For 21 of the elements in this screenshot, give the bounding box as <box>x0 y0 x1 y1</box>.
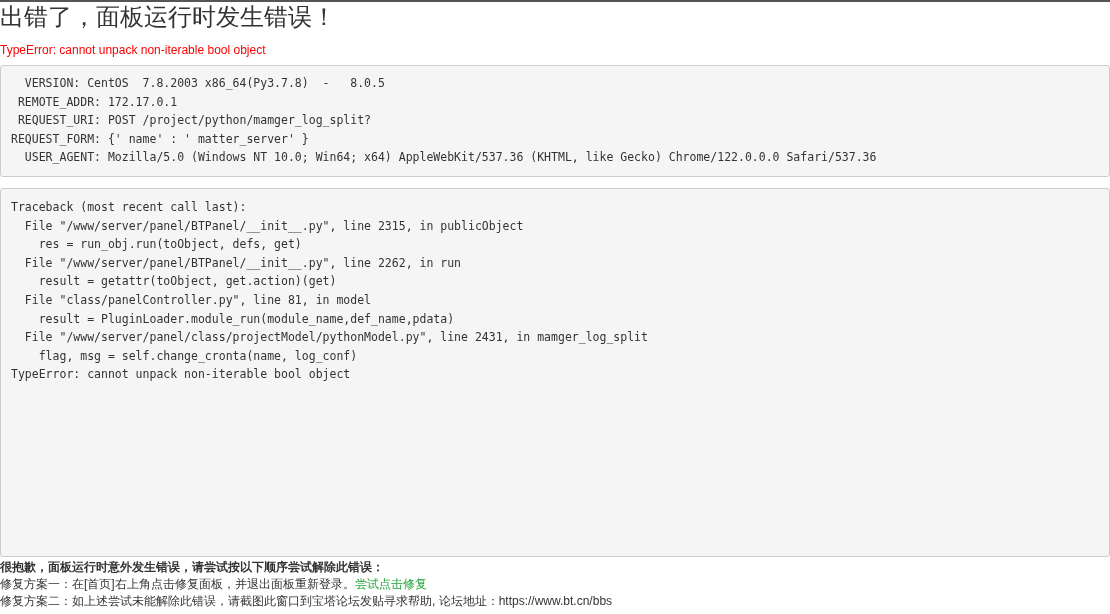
code-line: Traceback (most recent call last): <box>11 199 247 216</box>
repair-link[interactable]: 尝试点击修复 <box>354 576 427 593</box>
code-line: result = PluginLoader.module_run(module_name,def_name,pdata) <box>37 310 455 328</box>
code-line: File "/www/server/panel/BTPanel/__init__.py", line 2315, in publicObject <box>23 217 524 235</box>
page-title: 出错了，面板运行时发生错误！ <box>0 2 336 32</box>
error-message: TypeError: cannot unpack non-iterable bool object <box>0 42 266 58</box>
code-line: File "/www/server/panel/BTPanel/__init__.py", line 2262, in run <box>23 254 462 272</box>
fix-instruction: 修复方案一：在[首页]右上角点击修复面板，并退出面板重新登录。 <box>0 576 355 593</box>
code-line: File "class/panelController.py", line 81, in model <box>23 291 372 309</box>
code-line: REQUEST_URI: POST /project/python/mamger_log_split? <box>16 112 372 130</box>
code-line: res = run_obj.run(toObject, defs, get) <box>37 236 302 254</box>
code-line: TypeError: cannot unpack non-iterable bool object <box>11 366 351 384</box>
code-line: USER_AGENT: Mozilla/5.0 (Windows NT 10.0; Win64; x64) AppleWebKit/537.36 (KHTML, like Gecko) Chrome/122.0.0.0 Safari/537.36 <box>23 149 877 167</box>
fix-instruction: 修复方案二：如上述尝试未能解除此错误，请截图此窗口到宝塔论坛发贴寻求帮助, 论坛地址：https://www.bt.cn/bbs <box>0 593 613 610</box>
code-line: File "/www/server/panel/class/projectModel/pythonModel.py", line 2431, in mamger_log_split <box>23 329 648 347</box>
code-line: flag, msg = self.change_cronta(name, log_conf) <box>37 347 358 365</box>
code-line: REQUEST_FORM: {' name' : ' matter_server' } <box>11 130 309 148</box>
code-line: REMOTE_ADDR: 172.17.0.1 <box>16 93 178 111</box>
help-heading: 很抱歉，面板运行时意外发生错误，请尝试按以下顺序尝试解除此错误： <box>0 559 384 576</box>
code-line: VERSION: CentOS 7.8.2003 x86_64(Py3.7.8) - 8.0.5 <box>23 75 385 92</box>
code-line: result = getattr(toObject, get.action)(get) <box>37 273 337 291</box>
